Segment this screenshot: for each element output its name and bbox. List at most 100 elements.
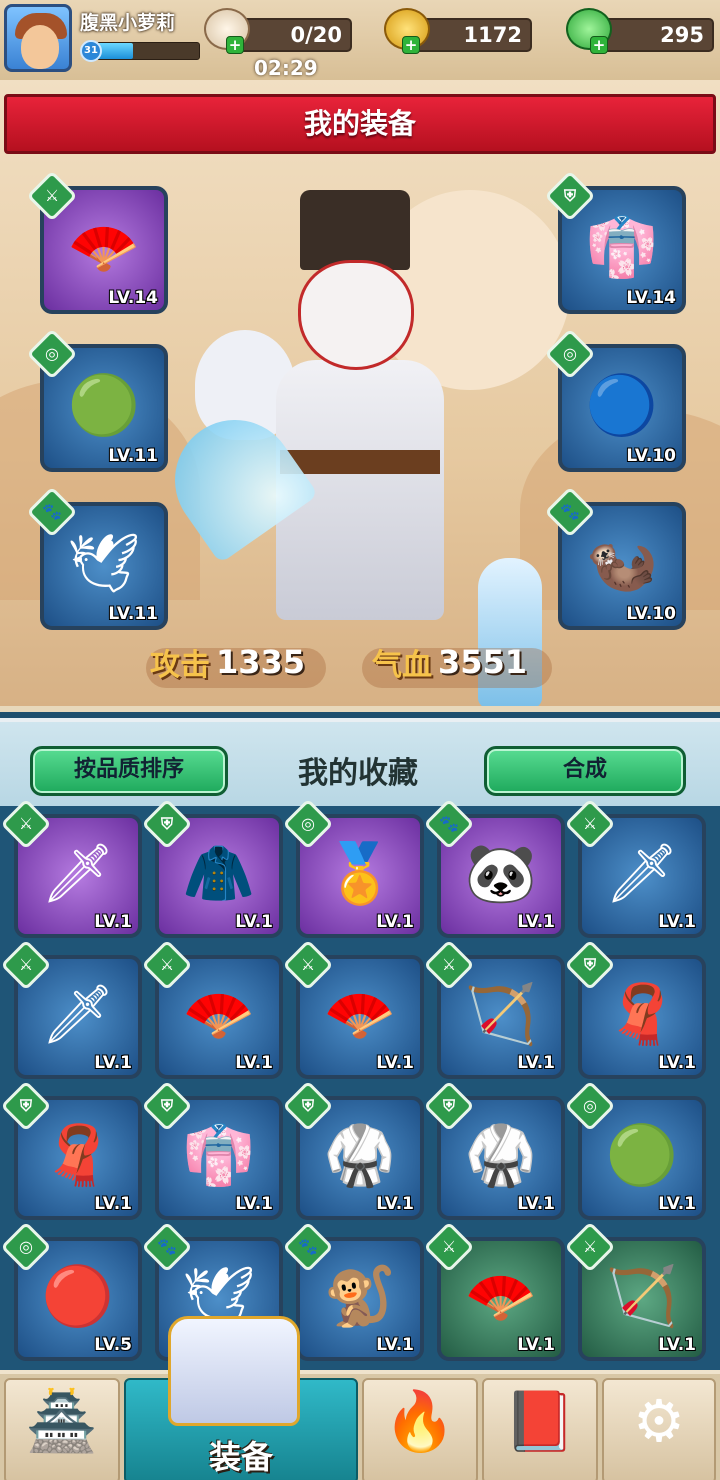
exp-bar-fill [97,43,133,59]
blue-fan-icon: 🪭 [182,980,256,1049]
item-level: LV.1 [94,912,132,932]
equip-slot-armor[interactable]: ⛨ 👘 LV.14 [544,170,686,314]
red-pendant-icon: 🔴 [41,1262,115,1331]
collection-item[interactable]: ⛨ 👘 LV.1 [141,1080,283,1220]
collection-item[interactable]: ⛨ 🥋 LV.1 [423,1080,565,1220]
collection-title: 我的收藏 [298,756,418,791]
collection-item[interactable]: ⛨ 🧥 LV.1 [141,798,283,938]
attack-value: 1335 [216,643,306,681]
item-level: LV.1 [517,1194,555,1214]
gold-pendant-icon: 🏅 [323,839,397,908]
merge-button[interactable]: 合成 [484,746,686,796]
attack-label: 攻击 [150,648,210,683]
panda-icon: 🐼 [464,839,538,908]
collection-item[interactable]: ⚔ 🏹 LV.1 [423,939,565,1079]
sort-by-quality-button[interactable]: 按品质排序 [30,746,228,796]
item-level: LV.1 [376,1194,414,1214]
player-name: 腹黑小萝莉 [80,12,176,34]
collection-item[interactable]: ⚔ 🏹 LV.1 [564,1221,706,1361]
equipment-panel: 我的装备 ⚔ 🪭 LV.14 ⛨ 👘 LV.14 ◎ 🟢 LV.11 ◎ 🔵 L… [0,80,720,712]
item-level: LV.5 [94,1335,132,1355]
add-jade-button[interactable]: + [590,36,608,54]
codex-book-icon: 📕 [503,1387,577,1455]
jade-value: 295 [660,23,704,47]
equip-slot-pet-2[interactable]: 🐾 🦦 LV.10 [544,486,686,630]
tunic-icon: 🥋 [323,1121,397,1190]
collection-item[interactable]: ⚔ 🪭 LV.1 [141,939,283,1079]
collection-item[interactable]: 🐾 🐼 LV.1 [423,798,565,938]
top-status-bar: 腹黑小萝莉 31 + 0/20 02:29 + 1172 + 295 [0,0,720,80]
item-level: LV.1 [376,912,414,932]
paper-fan-icon: 🪭 [464,1262,538,1331]
item-level: LV.1 [94,1053,132,1073]
nav-equipment-label: 装备 [208,1438,273,1476]
equip-slot-pet[interactable]: 🐾 🕊 LV.11 [26,486,168,630]
slot-level: LV.10 [626,446,676,466]
hero-mask [298,260,414,370]
collection-item[interactable]: ⚔ 🗡 LV.1 [564,798,706,938]
hero-belt [280,450,440,474]
jade-sword-icon: 🗡 [41,980,115,1049]
hero-hat [300,190,410,270]
jade-counter: 295 [596,18,714,52]
attack-stat: 攻击 1335 [150,640,305,690]
collection-item[interactable]: ⛨ 🥋 LV.1 [282,1080,424,1220]
hp-label: 气血 [372,648,432,683]
collection-item[interactable]: ⛨ 🧣 LV.1 [0,1080,142,1220]
collection-item[interactable]: ⚔ 🪭 LV.1 [423,1221,565,1361]
slot-level: LV.14 [626,288,676,308]
hp-value: 3551 [438,643,528,681]
equip-slot-accessory[interactable]: ◎ 🟢 LV.11 [26,328,168,472]
nav-codex[interactable]: 📕 [482,1378,598,1480]
nav-shop[interactable]: 🏯 [4,1378,120,1480]
blue-jade-pendant-icon: 🔵 [585,371,659,440]
item-level: LV.1 [658,912,696,932]
collection-item[interactable]: ◎ 🔴 LV.5 [0,1221,142,1361]
slot-level: LV.11 [108,446,158,466]
fur-coat-icon: 🧥 [182,839,256,908]
item-level: LV.1 [658,1053,696,1073]
collection-item[interactable]: ◎ 🟢 LV.1 [564,1080,706,1220]
fan-icon: 🪭 [67,213,141,282]
slot-level: LV.11 [108,604,158,624]
white-bird-icon: 🕊 [67,529,141,598]
bow-icon: 🏹 [464,980,538,1049]
robe-icon: 👘 [585,213,659,282]
item-level: LV.1 [235,1194,273,1214]
equipment-title: 我的装备 [303,107,416,140]
collection-item[interactable]: ⚔ 🗡 LV.1 [0,798,142,938]
equip-slot-accessory-2[interactable]: ◎ 🔵 LV.10 [544,328,686,472]
bottom-navigation: 🏯 装备 🔥 📕 ⚙ [0,1370,720,1480]
orange-cape-icon: 🧣 [605,980,679,1049]
collection-panel: 按品质排序 我的收藏 合成 ⚔ 🗡 LV.1 ⛨ 🧥 LV.1 ◎ 🏅 LV.1 🐾 🐼 LV.1 ⚔ 🗡… [0,718,720,1370]
nav-skills[interactable]: 🔥 [362,1378,478,1480]
item-level: LV.1 [517,912,555,932]
ferret-icon: 🦦 [585,529,659,598]
equipment-armor-nav-icon[interactable] [168,1316,300,1426]
slot-level: LV.10 [626,604,676,624]
robe-icon: 👘 [182,1121,256,1190]
monkey-icon: 🐒 [323,1262,397,1331]
add-stamina-button[interactable]: + [226,36,244,54]
item-level: LV.1 [235,1053,273,1073]
exp-bar [96,42,200,60]
hp-stat: 气血 3551 [372,640,527,690]
skills-flame-icon: 🔥 [383,1387,457,1455]
item-level: LV.1 [235,912,273,932]
equip-slot-weapon[interactable]: ⚔ 🪭 LV.14 [26,170,168,314]
player-avatar[interactable] [4,4,72,72]
nav-settings[interactable]: ⚙ [602,1378,716,1480]
hero-character-model[interactable] [250,190,480,640]
add-gold-button[interactable]: + [402,36,420,54]
item-level: LV.1 [658,1335,696,1355]
collection-item[interactable]: ⚔ 🗡 LV.1 [0,939,142,1079]
collection-item[interactable]: ⛨ 🧣 LV.1 [564,939,706,1079]
collection-item[interactable]: ⚔ 🪭 LV.1 [282,939,424,1079]
stamina-timer: 02:29 [254,56,318,80]
collection-item[interactable]: 🐾 🐒 LV.1 [282,1221,424,1361]
green-jade-pendant-icon: 🟢 [67,371,141,440]
item-level: LV.1 [376,1335,414,1355]
item-level: LV.1 [517,1053,555,1073]
collection-item[interactable]: ◎ 🏅 LV.1 [282,798,424,938]
equipment-title-banner: 我的装备 [4,94,716,154]
